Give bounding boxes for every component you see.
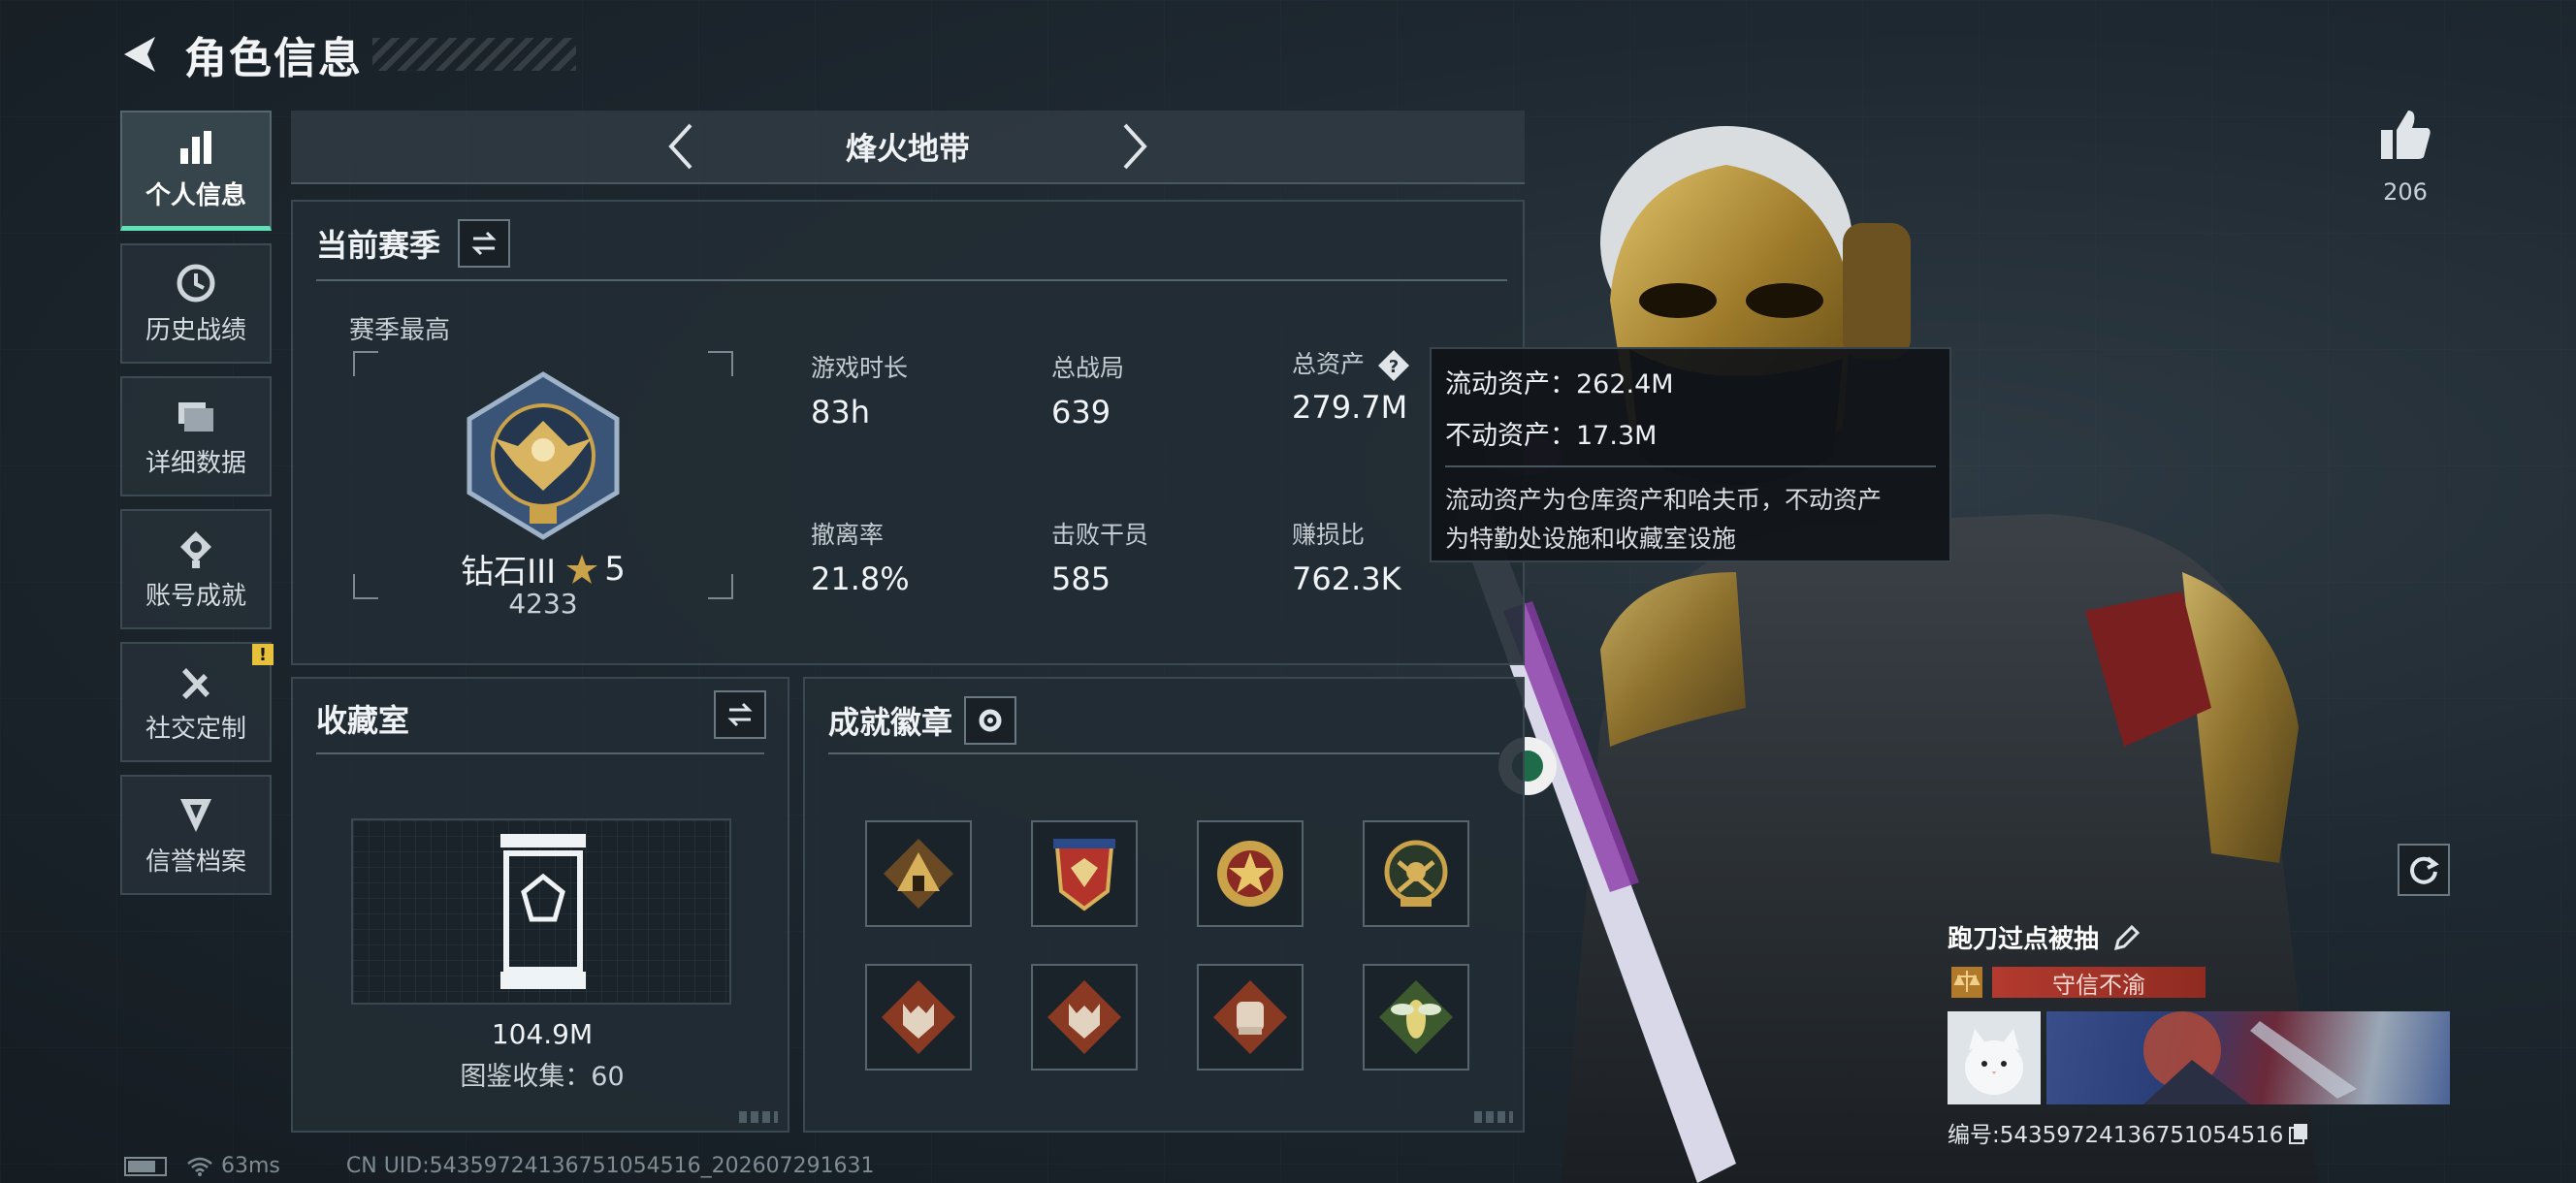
sidebar-item-label: 个人信息 [145,181,246,210]
gear-icon [979,709,1002,732]
divider [828,752,1499,754]
mode-selector: 烽火地带 [291,111,1525,184]
sidebar-item-social[interactable]: 社交定制 ! [120,642,274,762]
sidebar-item-label: 信誉档案 [145,847,246,877]
copy-icon[interactable] [2287,1121,2310,1144]
diamond-rank-emblem-icon [467,371,620,540]
tooltip-description-2: 为特勤处设施和收藏室设施 [1445,525,1737,553]
sidebar-item-label: 历史战绩 [145,315,246,345]
player-uid: 编号:5435972413675105451​6 [1948,1123,2284,1148]
swap-icon [727,702,753,727]
collection-swap-button[interactable] [714,690,766,739]
rank-points: 4233 [508,588,578,620]
collection-panel[interactable]: 收藏室 104.9M 图鉴收集：60 [291,677,789,1133]
stat-operators-defeated: 击败干员 585 [1051,521,1149,597]
season-panel: 当前赛季 赛季最高 钻石III 5 4233 游戏时长 83h 总战局 639 … [291,200,1525,665]
edit-icon[interactable] [2112,923,2141,952]
divider [316,752,764,754]
banner-artwork [2046,1011,2450,1104]
sidebar: 个人信息 历史战绩 详细数据 账号成就 社交定制 ! 信誉档案 [120,111,274,908]
thumbs-up-icon [2381,111,2431,159]
tools-icon [182,667,209,699]
refresh-icon [2410,856,2439,884]
like-count: 206 [2383,178,2428,206]
star-cross-badge-icon[interactable] [1197,820,1304,927]
avatar[interactable] [1948,1011,2041,1104]
wreath-skull-badge-icon[interactable] [1363,820,1469,927]
stat-total-matches: 总战局 639 [1051,354,1125,431]
tooltip-fixed-assets: 不动资产：17.3M [1445,421,1658,451]
shield-icon [180,798,211,832]
tooltip-description-1: 流动资产为仓库资产和哈夫币，不动资产 [1445,486,1883,514]
player-card: 跑刀过点被抽 守信不渝 编 [1948,919,2452,1149]
status-bar: 63ms CN UID:5435972413675105451​6_202607… [124,1154,875,1178]
back-arrow-icon[interactable] [116,31,163,78]
season-title: 当前赛季 [316,227,441,264]
season-swap-button[interactable] [458,219,511,268]
ping-value: 63ms [221,1154,280,1178]
rank-stars: 5 [604,549,626,589]
sidebar-item-history[interactable]: 历史战绩 [120,243,272,364]
help-icon[interactable]: ? [1376,348,1411,383]
refresh-button[interactable] [2398,844,2450,896]
sidebar-item-personal-info[interactable]: 个人信息 [120,111,272,231]
assets-tooltip: 流动资产：262.4M 不动资产：17.3M 流动资产为仓库资产和哈夫币，不动资… [1430,347,1951,562]
page-title: 角色信息 [184,34,363,83]
svg-text:?: ? [1389,357,1399,377]
swap-icon [471,231,497,256]
eagle-shield-badge-icon[interactable] [1031,820,1138,927]
collection-value: 104.9M [491,1018,594,1050]
medal-icon [180,530,211,568]
stat-total-assets: 总资产 ? 279.7M [1292,345,1411,426]
history-icon [177,264,215,302]
wolf-badge-icon[interactable] [865,964,972,1071]
title-decoration [372,38,576,71]
trust-label: 守信不渝 [1992,967,2206,999]
rank-name-row: 钻石III 5 [353,545,733,592]
badges-settings-button[interactable] [964,696,1017,745]
player-banner [1948,1011,2450,1104]
folder-icon [178,401,213,432]
footer-uid: CN UID:5435972413675105451​6_20260729163… [345,1154,875,1178]
sidebar-item-details[interactable]: 详细数据 [120,376,272,496]
sidebar-item-achievements[interactable]: 账号成就 [120,509,272,629]
chevron-right-icon[interactable] [1115,119,1154,174]
header: 角色信息 [116,23,576,85]
badges-panel: 成就徽章 [803,677,1525,1133]
divider [316,279,1507,281]
warning-badge: ! [252,644,274,665]
rank-display: 钻石III 5 4233 [353,351,733,620]
scales-icon [1951,967,1982,998]
cat-avatar-icon [1948,1011,2041,1104]
battery-icon [124,1156,167,1176]
pyramid-badge-icon[interactable] [865,820,972,927]
tooltip-liquid-assets: 流动资产：262.4M [1445,369,1674,400]
sidebar-item-label: 详细数据 [145,448,246,478]
stat-extract-rate: 撤离率 21.8% [811,521,910,597]
like-button[interactable]: 206 [2376,107,2434,206]
chevron-left-icon[interactable] [661,119,700,174]
collection-title: 收藏室 [316,702,410,739]
wasp-badge-icon[interactable] [1363,964,1469,1071]
vault-icon [500,834,586,989]
badges-title: 成就徽章 [828,704,953,741]
star-icon [566,554,598,584]
wifi-icon [187,1157,212,1176]
collection-count: 图鉴收集：60 [460,1062,625,1092]
mode-name: 烽火地带 [845,130,970,167]
fist-badge-icon[interactable] [1197,964,1304,1071]
bar-chart-icon [180,131,211,164]
wolf-badge-2-icon[interactable] [1031,964,1138,1071]
sidebar-item-label: 账号成就 [145,581,246,611]
sidebar-item-credit[interactable]: 信誉档案 [120,775,272,895]
season-best-label: 赛季最高 [349,316,451,345]
stat-profit-loss: 赚损比 762.3K [1292,521,1401,597]
collection-preview [351,818,731,1005]
rank-name: 钻石III [461,553,557,592]
sidebar-item-label: 社交定制 [145,714,246,744]
stat-playtime: 游戏时长 83h [811,354,909,431]
player-name: 跑刀过点被抽 [1948,925,2100,954]
